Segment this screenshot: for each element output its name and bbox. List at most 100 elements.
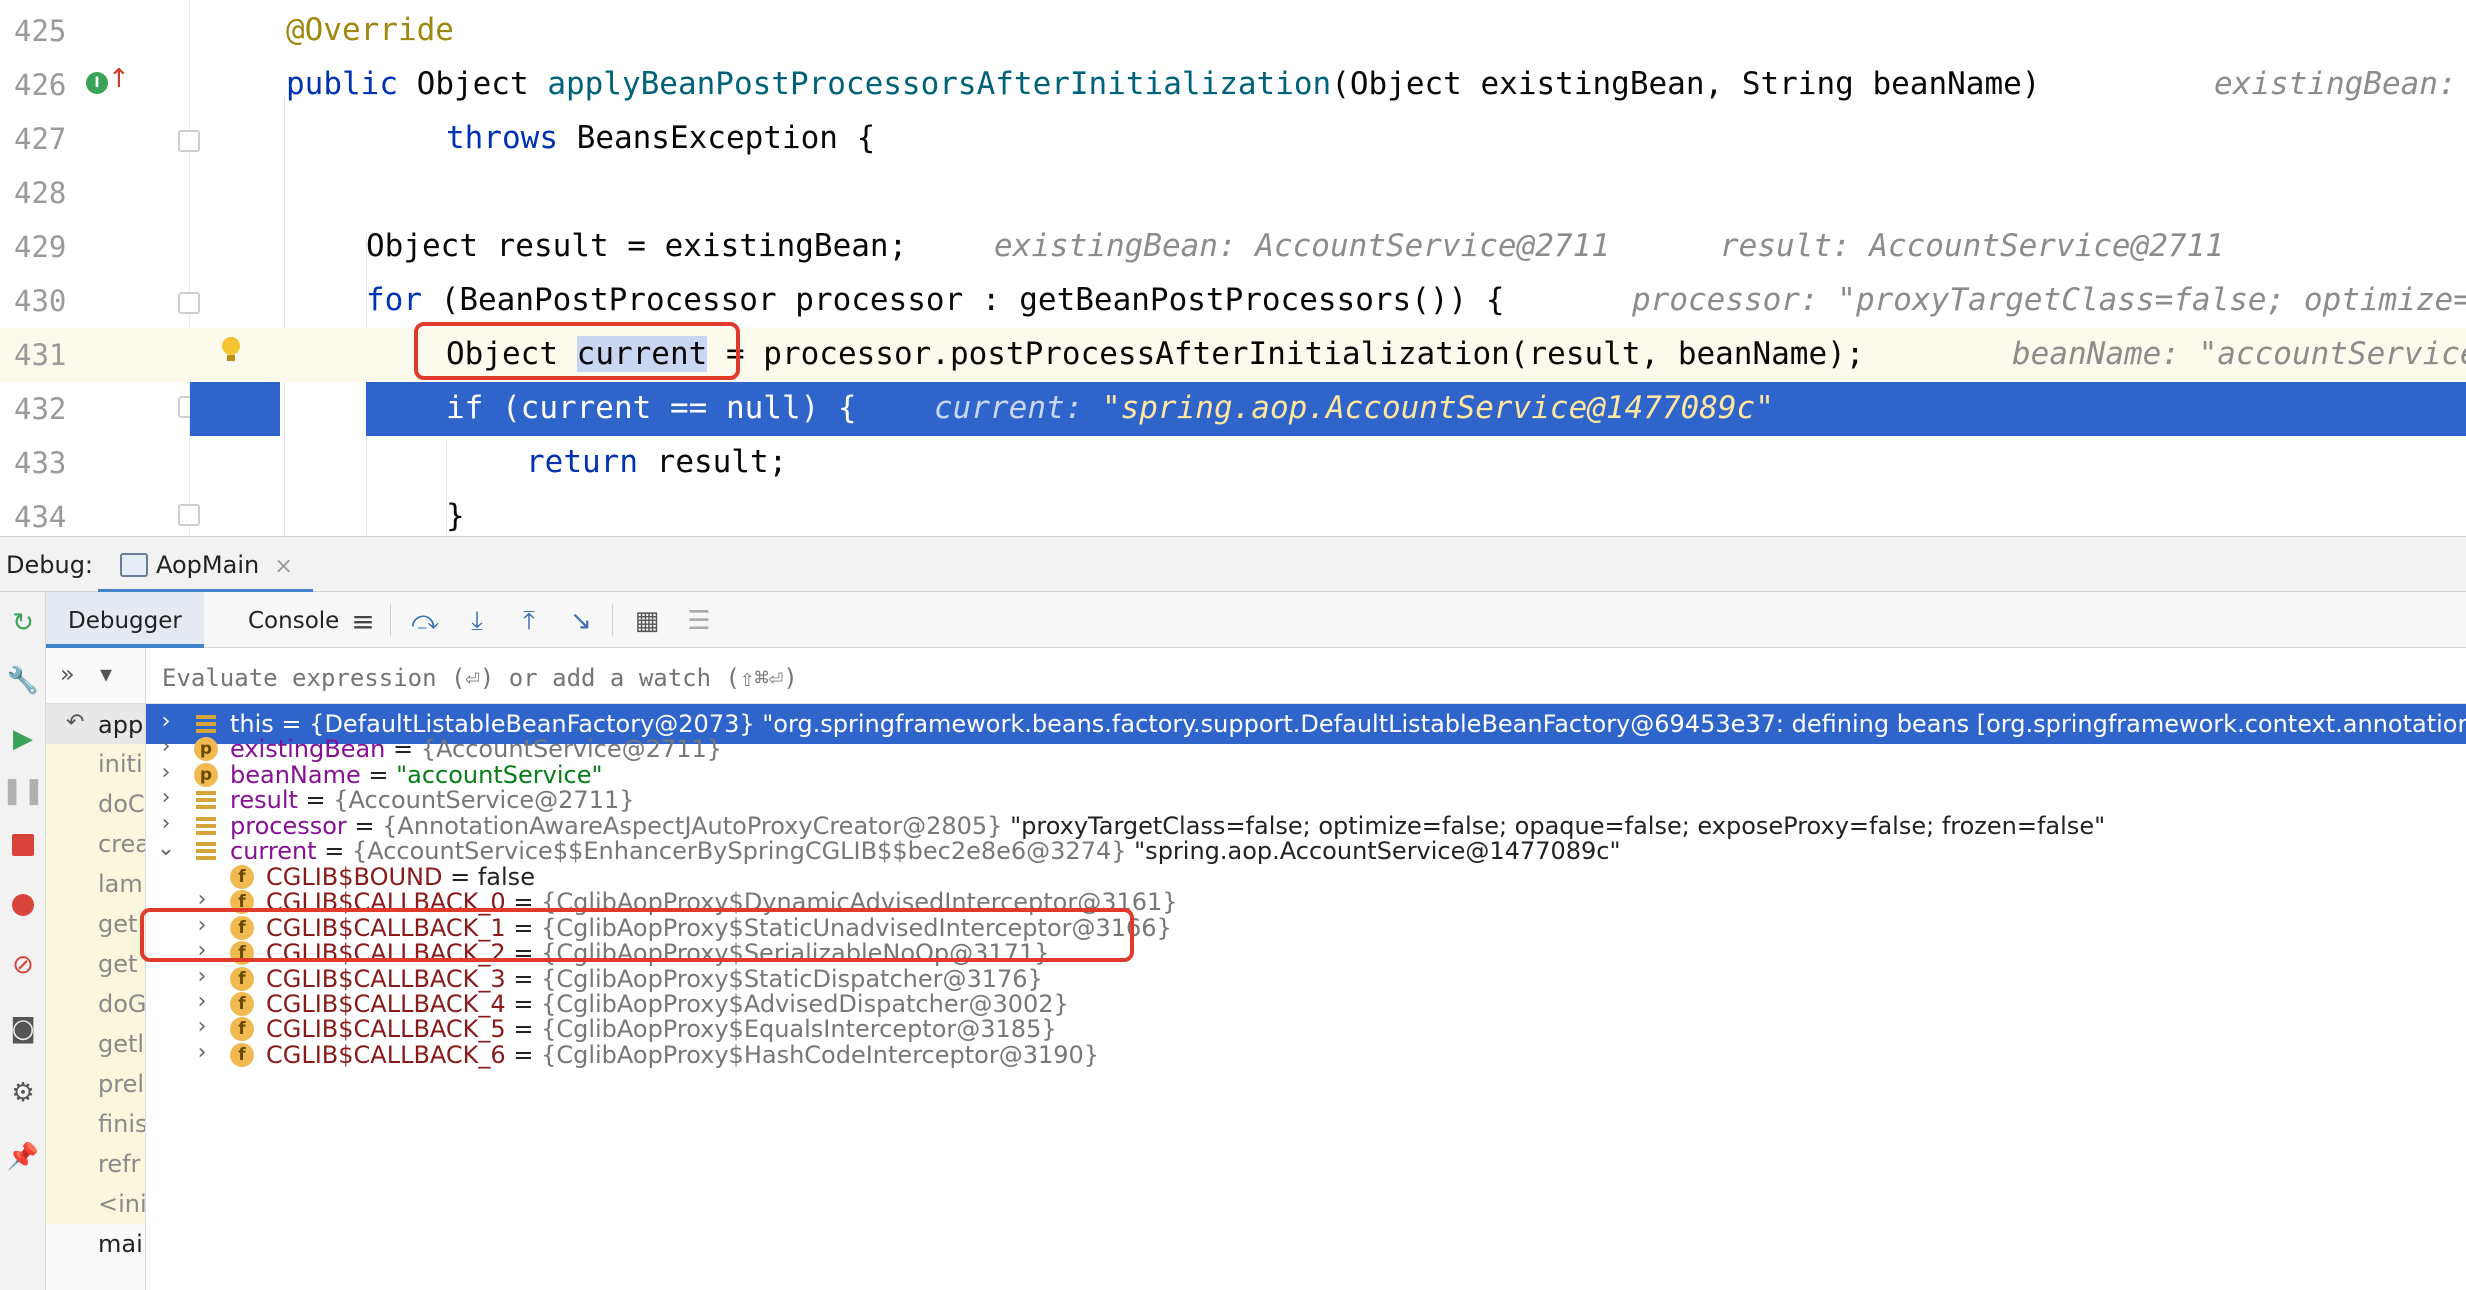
code-line[interactable]: 433 return result;: [0, 436, 2466, 490]
chevron-right-icon[interactable]: ›: [190, 1040, 214, 1065]
debug-label: Debug:: [6, 551, 94, 579]
gear-icon[interactable]: ⚙: [6, 1076, 40, 1110]
frame-label: refr: [98, 1150, 141, 1178]
fold-marker-icon[interactable]: [178, 292, 200, 314]
pause-icon[interactable]: ❚❚: [1, 774, 45, 808]
frame-item[interactable]: get: [46, 904, 145, 944]
mute-breakpoints-icon[interactable]: ⊘: [6, 948, 40, 982]
frame-item[interactable]: doG: [46, 984, 145, 1024]
code-line-current[interactable]: 431 Object current = processor.postProce…: [0, 328, 2466, 382]
camera-icon[interactable]: ◙: [6, 1012, 40, 1046]
step-over-icon[interactable]: ⤼: [408, 604, 442, 638]
code-editor[interactable]: 425 @Override 426 I ↑ public Object appl…: [0, 0, 2466, 536]
frame-item[interactable]: crea: [46, 824, 146, 864]
inline-value-hint: existingBean: AccountService@2711: [994, 228, 1610, 264]
frame-label: <ini: [98, 1190, 146, 1218]
frame-item[interactable]: doC: [46, 784, 145, 824]
run-config-tab[interactable]: AopMain ×: [98, 537, 313, 593]
line-number: 432: [14, 392, 67, 426]
fold-marker-icon[interactable]: [178, 504, 200, 526]
frame-label: mai: [98, 1230, 143, 1258]
frame-item[interactable]: getl: [46, 1024, 145, 1064]
override-arrow-icon[interactable]: ↑: [108, 64, 130, 94]
resume-icon[interactable]: ▶: [6, 722, 40, 756]
code-line[interactable]: 426 I ↑ public Object applyBeanPostProce…: [0, 58, 2466, 112]
code-line[interactable]: 434 }: [0, 490, 2466, 536]
frame-label: lam: [98, 870, 143, 898]
more-icon[interactable]: »: [60, 660, 75, 688]
line-number: 426: [14, 68, 67, 102]
frame-item[interactable]: initi: [46, 744, 145, 784]
intention-bulb-icon[interactable]: [220, 336, 242, 364]
frame-label: get: [98, 950, 138, 978]
frame-item[interactable]: prel: [46, 1064, 145, 1104]
hint-label: current:: [934, 390, 1084, 426]
line-number: 425: [14, 14, 67, 48]
tab-console[interactable]: Console: [226, 592, 361, 648]
frame-item[interactable]: refr: [46, 1144, 145, 1184]
code-line[interactable]: 429 Object result = existingBean; existi…: [0, 220, 2466, 274]
wrench-icon[interactable]: 🔧: [6, 664, 40, 698]
layout-menu-icon[interactable]: ≡: [346, 604, 380, 638]
frame-item[interactable]: get: [46, 944, 145, 984]
chevron-down-icon[interactable]: ▾: [100, 660, 112, 688]
pin-icon[interactable]: 📌: [6, 1140, 40, 1174]
evaluate-expression-icon[interactable]: ▦: [630, 604, 664, 638]
trace-current-stream-icon[interactable]: ☰: [682, 604, 716, 638]
line-number: 434: [14, 500, 67, 534]
code-token: ;: [768, 444, 788, 480]
fold-marker-icon[interactable]: [178, 130, 200, 152]
close-icon[interactable]: ×: [274, 554, 292, 579]
rerun-icon[interactable]: ↻: [6, 606, 40, 640]
application-icon: [120, 553, 148, 577]
frame-label: app: [98, 711, 144, 739]
debug-side-toolbar: ↻ 🔧 ▶ ❚❚ ⊘ ◙ ⚙ 📌: [0, 592, 46, 1290]
code-token: BeansException: [576, 120, 838, 156]
method-name-token: applyBeanPostProcessorsAfterInitializati…: [547, 66, 1332, 102]
frames-panel[interactable]: » ▾ ↶ app initi doC crea lam get get doG…: [46, 648, 146, 1290]
frame-label: initi: [98, 750, 143, 778]
toolbar-separator: [390, 604, 391, 636]
frame-item[interactable]: finis: [46, 1104, 145, 1144]
run-to-cursor-icon[interactable]: ↘: [564, 604, 598, 638]
evaluate-expression-input[interactable]: [162, 662, 1562, 694]
code-token: :: [963, 282, 1020, 318]
frame-label: getl: [98, 1030, 145, 1058]
view-breakpoints-icon[interactable]: [6, 888, 40, 922]
step-out-icon[interactable]: ⤒: [512, 604, 546, 638]
code-token: BeanPostProcessor: [459, 282, 777, 318]
code-text: @Override: [286, 12, 454, 48]
tab-debugger[interactable]: Debugger: [46, 592, 204, 648]
equals-sign: =: [505, 1040, 542, 1069]
frame-item[interactable]: ↶ app: [46, 704, 145, 744]
code-token: ): [2021, 66, 2041, 102]
code-token: beanName: [1872, 66, 2022, 102]
code-text: if (current == null) {: [446, 390, 857, 426]
code-line[interactable]: 430 for (BeanPostProcessor processor : g…: [0, 274, 2466, 328]
keyword-token: return: [526, 444, 638, 480]
line-number: 429: [14, 230, 67, 264]
frame-item[interactable]: mai: [46, 1224, 145, 1264]
frame-item[interactable]: lam: [46, 864, 145, 904]
variables-panel[interactable]: ›this = {DefaultListableBeanFactory@2073…: [146, 648, 2466, 1290]
code-line[interactable]: 427 throws BeansException {: [0, 112, 2466, 166]
implements-icon[interactable]: I: [86, 72, 108, 94]
step-into-icon[interactable]: ⤓: [460, 604, 494, 638]
debug-tool-window-header: Debug: AopMain ×: [0, 536, 2466, 593]
code-line[interactable]: 425 @Override: [0, 4, 2466, 58]
code-line-execution-point[interactable]: 432 if (current == null) { current: "spr…: [0, 382, 2466, 436]
annotation-box: [414, 322, 740, 380]
annotation-token: @Override: [286, 12, 454, 48]
code-token: existingBean: [1480, 66, 1705, 102]
code-text: return result;: [526, 444, 787, 480]
code-line[interactable]: 428: [0, 166, 2466, 220]
frame-label: crea: [98, 830, 146, 858]
keyword-token: throws: [446, 120, 558, 156]
variable-row[interactable]: › f CGLIB$CALLBACK_6 = {CglibAopProxy$Hash…: [146, 1035, 2466, 1075]
stop-icon[interactable]: [6, 828, 40, 862]
frame-item[interactable]: <ini: [46, 1184, 146, 1224]
